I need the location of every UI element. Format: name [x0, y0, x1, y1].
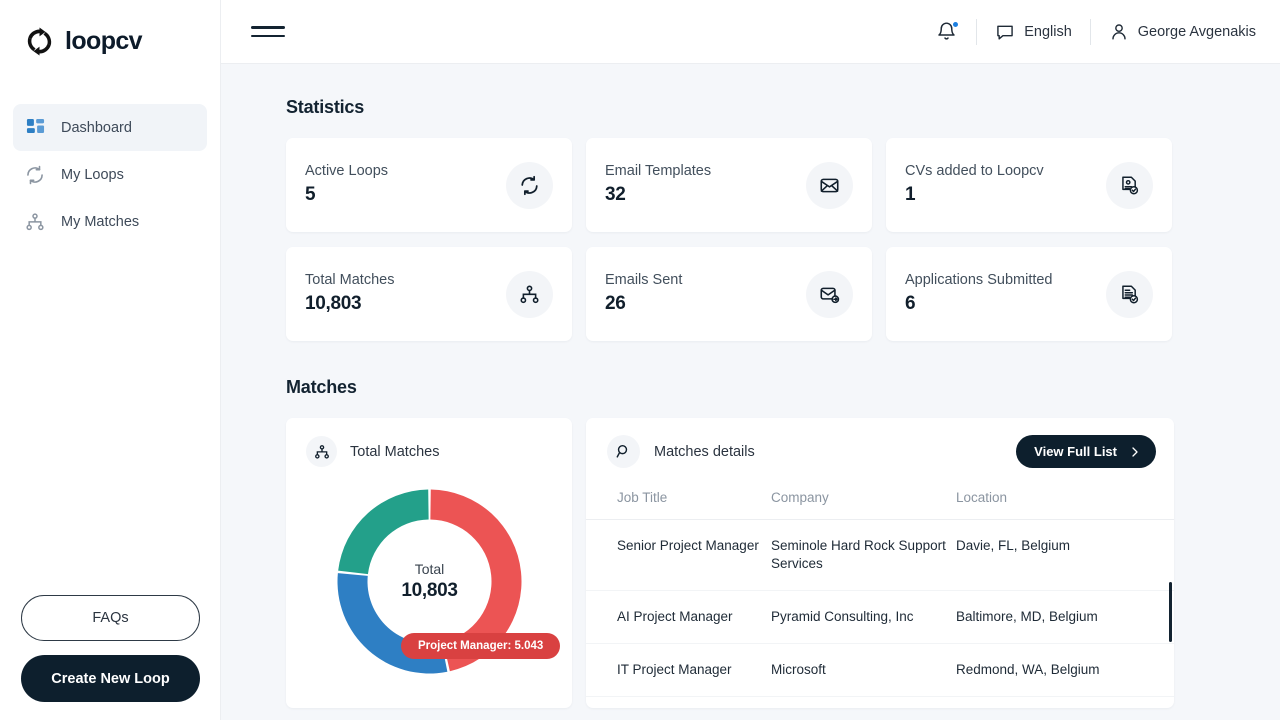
- notifications-button[interactable]: [936, 21, 958, 43]
- table-row[interactable]: Senior Project Manager Seminole Hard Roc…: [586, 520, 1174, 591]
- column-header-location[interactable]: Location: [956, 490, 1174, 520]
- grid-dashboard-icon: [24, 117, 46, 139]
- cell-location: Redmond, WA, Belgium: [956, 643, 1174, 696]
- donut-card-title: Total Matches: [350, 444, 439, 460]
- topbar: English George Avgenakis: [221, 0, 1280, 64]
- network-share-icon: [306, 436, 337, 467]
- dashboard-content: Statistics Active Loops 5: [221, 64, 1280, 720]
- chevron-right-icon: [1129, 446, 1141, 458]
- matches-table-head: Job Title Company Location: [586, 490, 1174, 520]
- sidebar-item-label: My Matches: [61, 214, 139, 230]
- sidebar-item-dashboard[interactable]: Dashboard: [13, 104, 207, 151]
- brand-name: loopcv: [65, 29, 142, 54]
- cell-location: Baltimore, MD, Belgium: [956, 590, 1174, 643]
- statistics-grid: Active Loops 5 Email Templates 32: [286, 138, 1174, 341]
- stat-label: Applications Submitted: [905, 273, 1053, 289]
- refresh-loop-icon: [24, 164, 46, 186]
- stat-card-applications-submitted[interactable]: Applications Submitted 6: [886, 247, 1172, 341]
- user-name-label: George Avgenakis: [1138, 24, 1256, 40]
- stat-label: Total Matches: [305, 273, 394, 289]
- network-share-icon: [506, 271, 553, 318]
- cell-location: Davie, FL, Belgium: [956, 520, 1174, 591]
- view-full-list-button[interactable]: View Full List: [1016, 435, 1156, 468]
- stat-card-email-templates[interactable]: Email Templates 32: [586, 138, 872, 232]
- language-selector[interactable]: English: [995, 22, 1072, 42]
- faqs-button[interactable]: FAQs: [21, 595, 200, 641]
- stat-label: Emails Sent: [605, 273, 682, 289]
- matches-section-title: Matches: [286, 377, 1280, 398]
- hamburger-line: [251, 26, 285, 29]
- view-full-list-label: View Full List: [1034, 444, 1117, 459]
- sidebar-footer: FAQs Create New Loop: [0, 595, 221, 702]
- topbar-divider: [976, 19, 977, 45]
- cell-job-title: Senior Project Manager: [586, 520, 771, 591]
- language-label: English: [1024, 24, 1072, 40]
- column-header-company[interactable]: Company: [771, 490, 956, 520]
- notification-dot-badge: [952, 21, 959, 28]
- cell-company: Pyramid Consulting, Inc: [771, 590, 956, 643]
- sidebar-item-label: Dashboard: [61, 120, 132, 136]
- document-check-icon: [1106, 271, 1153, 318]
- main-area: English George Avgenakis Statistics Ac: [221, 0, 1280, 720]
- person-icon: [1109, 22, 1129, 42]
- stat-value: 1: [905, 184, 1044, 206]
- stat-value: 26: [605, 293, 682, 315]
- app-root: loopcv Dashboard: [0, 0, 1280, 720]
- table-row[interactable]: IT Project Manager Microsoft Redmond, WA…: [586, 643, 1174, 696]
- matches-table: Job Title Company Location Senior Projec…: [586, 490, 1174, 697]
- cell-job-title: AI Project Manager: [586, 590, 771, 643]
- stat-label: Active Loops: [305, 164, 388, 180]
- brand[interactable]: loopcv: [0, 0, 220, 64]
- sidebar-item-label: My Loops: [61, 167, 124, 183]
- topbar-divider: [1090, 19, 1091, 45]
- cv-document-check-icon: [1106, 162, 1153, 209]
- stat-value: 32: [605, 184, 711, 206]
- matches-table-body: Senior Project Manager Seminole Hard Roc…: [586, 520, 1174, 697]
- cell-job-title: IT Project Manager: [586, 643, 771, 696]
- stat-card-emails-sent[interactable]: Emails Sent 26: [586, 247, 872, 341]
- matches-details-header: Matches details View Full List: [586, 435, 1174, 468]
- table-row[interactable]: AI Project Manager Pyramid Consulting, I…: [586, 590, 1174, 643]
- table-header-row: Job Title Company Location: [586, 490, 1174, 520]
- statistics-section-title: Statistics: [286, 97, 1280, 118]
- cell-company: Microsoft: [771, 643, 956, 696]
- stat-label: CVs added to Loopcv: [905, 164, 1044, 180]
- matches-details-title: Matches details: [654, 444, 755, 460]
- matches-table-scrollbar[interactable]: [1169, 582, 1172, 642]
- envelope-sent-icon: [806, 271, 853, 318]
- envelope-template-icon: [806, 162, 853, 209]
- donut-segment[interactable]: [338, 490, 428, 575]
- loop-refresh-logo-icon: [24, 26, 55, 57]
- stat-value: 5: [305, 184, 388, 206]
- donut-chart: Total 10,803 Project Manager: 5.043: [286, 483, 572, 708]
- donut-tooltip: Project Manager: 5.043: [401, 633, 560, 659]
- user-menu[interactable]: George Avgenakis: [1109, 22, 1256, 42]
- stat-label: Email Templates: [605, 164, 711, 180]
- hamburger-menu-icon[interactable]: [251, 24, 285, 40]
- network-share-icon: [24, 211, 46, 233]
- stat-card-cvs-added[interactable]: CVs added to Loopcv 1: [886, 138, 1172, 232]
- sidebar-item-my-matches[interactable]: My Matches: [13, 198, 207, 245]
- magnifier-icon: [607, 435, 640, 468]
- stat-value: 10,803: [305, 293, 394, 315]
- matches-details-card: Matches details View Full List Job Title: [586, 418, 1174, 708]
- sidebar-nav: Dashboard My Loops: [0, 104, 220, 245]
- stat-card-total-matches[interactable]: Total Matches 10,803: [286, 247, 572, 341]
- column-header-job-title[interactable]: Job Title: [586, 490, 771, 520]
- donut-card-header: Total Matches: [286, 436, 572, 467]
- matches-row: Total Matches Total 10,803 Project Manag…: [286, 418, 1174, 708]
- topbar-right: English George Avgenakis: [936, 19, 1256, 45]
- cell-company: Seminole Hard Rock Support Services: [771, 520, 956, 591]
- chat-bubble-icon: [995, 22, 1015, 42]
- create-new-loop-button[interactable]: Create New Loop: [21, 655, 200, 702]
- stat-value: 6: [905, 293, 1053, 315]
- hamburger-line: [251, 35, 285, 38]
- sidebar-item-my-loops[interactable]: My Loops: [13, 151, 207, 198]
- total-matches-donut-card: Total Matches Total 10,803 Project Manag…: [286, 418, 572, 708]
- stat-card-active-loops[interactable]: Active Loops 5: [286, 138, 572, 232]
- refresh-loop-icon: [506, 162, 553, 209]
- sidebar: loopcv Dashboard: [0, 0, 221, 720]
